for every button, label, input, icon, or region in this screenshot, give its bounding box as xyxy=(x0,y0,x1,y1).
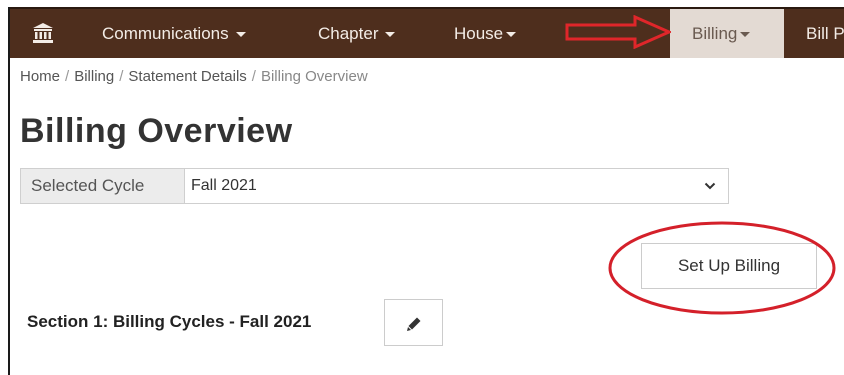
nav-billing-label: Billing xyxy=(692,24,738,43)
screenshot-left-border xyxy=(8,7,10,375)
nav-house-label: House xyxy=(454,24,504,43)
caret-down-icon xyxy=(235,32,246,38)
nav-chapter-label: Chapter xyxy=(318,24,379,43)
cycle-selector-group: Selected Cycle Fall 2021 xyxy=(20,168,729,204)
breadcrumb-billing[interactable]: Billing xyxy=(74,68,114,85)
breadcrumb-home[interactable]: Home xyxy=(20,68,60,85)
nav-house[interactable]: House xyxy=(454,9,517,58)
cycle-select-value: Fall 2021 xyxy=(191,177,257,194)
breadcrumb-current: Billing Overview xyxy=(260,68,368,85)
nav-communications[interactable]: Communications xyxy=(102,9,246,58)
nav-bill-p[interactable]: Bill P xyxy=(806,9,844,58)
page-title: Billing Overview xyxy=(20,112,293,150)
nav-chapter[interactable]: Chapter xyxy=(318,9,396,58)
breadcrumb-separator: / xyxy=(119,68,124,85)
cycle-label: Selected Cycle xyxy=(21,169,185,203)
nav-communications-label: Communications xyxy=(102,24,229,43)
bank-building-icon[interactable] xyxy=(32,22,54,44)
nav-billing[interactable]: Billing xyxy=(670,9,784,58)
cycle-select[interactable]: Fall 2021 xyxy=(185,169,728,203)
section-title: Section 1: Billing Cycles - Fall 2021 xyxy=(27,312,312,331)
breadcrumb: Home / Billing / Statement Details / Billing O… xyxy=(20,68,368,85)
nav-bill-p-label: Bill P xyxy=(806,24,844,43)
red-circle-annotation xyxy=(608,221,836,315)
screenshot-top-border xyxy=(0,0,844,7)
breadcrumb-statement-details[interactable]: Statement Details xyxy=(128,68,246,85)
chevron-down-icon xyxy=(704,182,716,190)
caret-down-icon xyxy=(385,32,396,38)
caret-down-icon xyxy=(506,32,517,38)
breadcrumb-separator: / xyxy=(251,68,256,85)
breadcrumb-separator: / xyxy=(65,68,70,85)
edit-section-button[interactable] xyxy=(384,299,443,346)
top-navbar: Communications Chapter House Billing Bil… xyxy=(10,7,844,58)
caret-down-icon xyxy=(740,32,751,38)
pencil-icon xyxy=(407,317,421,331)
red-arrow-annotation xyxy=(565,15,671,49)
